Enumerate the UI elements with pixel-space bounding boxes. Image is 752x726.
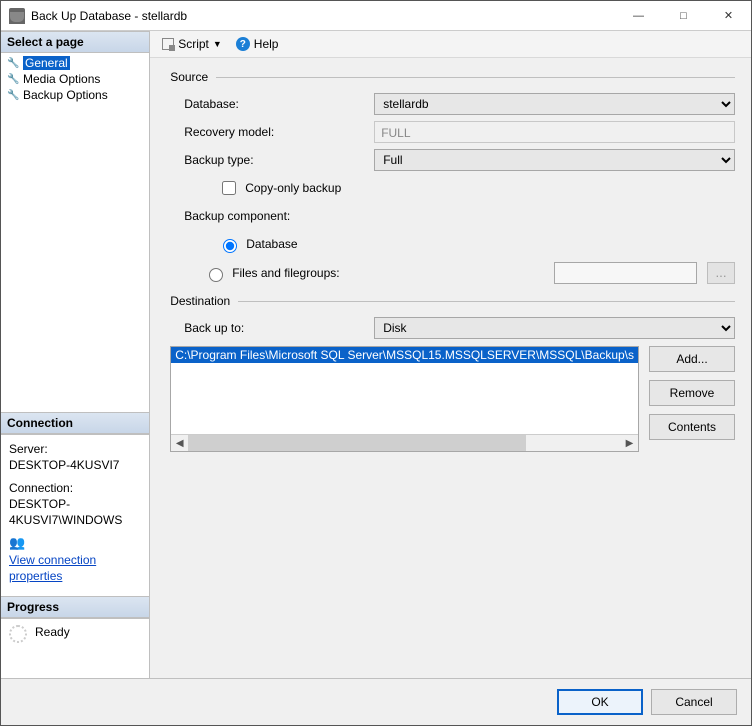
- copy-only-label: Copy-only backup: [245, 181, 341, 195]
- add-button[interactable]: Add...: [649, 346, 735, 372]
- link-label: View connection properties: [9, 552, 141, 584]
- scroll-right-arrow[interactable]: ▶: [621, 435, 638, 451]
- wrench-icon: 🔧: [7, 58, 19, 69]
- backup-type-label: Backup type:: [184, 153, 374, 167]
- source-header: Source: [170, 70, 208, 84]
- radio-database[interactable]: Database: [218, 236, 297, 253]
- script-label: Script: [178, 37, 209, 51]
- wrench-icon: 🔧: [7, 90, 19, 101]
- radio-files-input[interactable]: [209, 268, 223, 282]
- view-connection-properties-link[interactable]: View connection properties: [9, 552, 141, 584]
- server-label: Server:: [9, 441, 141, 457]
- connection-header: Connection: [1, 412, 149, 434]
- page-item-backup-options[interactable]: 🔧 Backup Options: [1, 87, 149, 103]
- script-button[interactable]: Script ▼: [158, 35, 226, 53]
- source-section: Source Database: stellardb Recovery mode…: [170, 70, 735, 284]
- ok-button[interactable]: OK: [557, 689, 643, 715]
- backup-type-select[interactable]: Full: [374, 149, 735, 171]
- select-page-header: Select a page: [1, 31, 149, 53]
- server-value: DESKTOP-4KUSVI7: [9, 457, 141, 473]
- backup-database-dialog: Back Up Database - stellardb — □ ✕ Selec…: [0, 0, 752, 726]
- spinner-icon: [9, 625, 27, 643]
- database-icon: [9, 8, 25, 24]
- wrench-icon: 🔧: [7, 74, 19, 85]
- recovery-model-label: Recovery model:: [184, 125, 374, 139]
- titlebar: Back Up Database - stellardb — □ ✕: [1, 1, 751, 31]
- connection-value: DESKTOP-4KUSVI7\WINDOWS: [9, 496, 141, 528]
- destination-path-item[interactable]: C:\Program Files\Microsoft SQL Server\MS…: [171, 347, 638, 363]
- close-button[interactable]: ✕: [706, 1, 751, 31]
- backup-component-label: Backup component:: [184, 209, 374, 223]
- radio-files-label: Files and filegroups:: [232, 266, 339, 280]
- help-button[interactable]: ? Help: [232, 35, 283, 53]
- script-icon: [162, 38, 174, 50]
- main-panel: Script ▼ ? Help Source Database:: [150, 31, 751, 678]
- destination-header: Destination: [170, 294, 230, 308]
- radio-files[interactable]: Files and filegroups:: [204, 265, 339, 282]
- maximize-button[interactable]: □: [661, 1, 706, 31]
- recovery-model-value: FULL: [374, 121, 735, 143]
- page-list: 🔧 General 🔧 Media Options 🔧 Backup Optio…: [1, 53, 149, 412]
- sidebar: Select a page 🔧 General 🔧 Media Options …: [1, 31, 150, 678]
- minimize-button[interactable]: —: [616, 1, 661, 31]
- radio-database-input[interactable]: [223, 239, 237, 253]
- chevron-down-icon: ▼: [213, 39, 222, 49]
- database-label: Database:: [184, 97, 374, 111]
- filegroups-browse-button: ...: [707, 262, 735, 284]
- connection-label: Connection:: [9, 480, 141, 496]
- divider: [216, 77, 735, 78]
- destination-section: Destination Back up to: Disk C: [170, 294, 735, 452]
- content: Source Database: stellardb Recovery mode…: [150, 58, 751, 678]
- backup-to-label: Back up to:: [184, 321, 374, 335]
- backup-to-select[interactable]: Disk: [374, 317, 735, 339]
- toolbar: Script ▼ ? Help: [150, 31, 751, 58]
- help-label: Help: [254, 37, 279, 51]
- people-icon: 👥: [9, 535, 25, 550]
- copy-only-checkbox[interactable]: Copy-only backup: [218, 178, 341, 198]
- destination-list[interactable]: C:\Program Files\Microsoft SQL Server\MS…: [170, 346, 639, 452]
- progress-header: Progress: [1, 596, 149, 618]
- scroll-left-arrow[interactable]: ◀: [171, 435, 188, 451]
- remove-button[interactable]: Remove: [649, 380, 735, 406]
- page-item-label: General: [23, 56, 70, 70]
- contents-button[interactable]: Contents: [649, 414, 735, 440]
- dialog-footer: OK Cancel: [1, 678, 751, 725]
- database-select[interactable]: stellardb: [374, 93, 735, 115]
- help-icon: ?: [236, 37, 250, 51]
- connection-panel: Server: DESKTOP-4KUSVI7 Connection: DESK…: [1, 434, 149, 596]
- divider: [238, 301, 735, 302]
- cancel-button[interactable]: Cancel: [651, 689, 737, 715]
- progress-status: Ready: [35, 625, 70, 639]
- page-item-label: Media Options: [23, 72, 100, 86]
- filegroups-input: [554, 262, 697, 284]
- page-item-general[interactable]: 🔧 General: [1, 55, 149, 71]
- copy-only-input[interactable]: [222, 181, 236, 195]
- page-item-media-options[interactable]: 🔧 Media Options: [1, 71, 149, 87]
- progress-panel: Ready: [1, 618, 149, 678]
- scroll-track[interactable]: [188, 435, 621, 451]
- window-title: Back Up Database - stellardb: [31, 9, 616, 23]
- radio-database-label: Database: [246, 237, 297, 251]
- horizontal-scrollbar[interactable]: ◀ ▶: [171, 434, 638, 451]
- scroll-thumb[interactable]: [188, 435, 526, 451]
- page-item-label: Backup Options: [23, 88, 108, 102]
